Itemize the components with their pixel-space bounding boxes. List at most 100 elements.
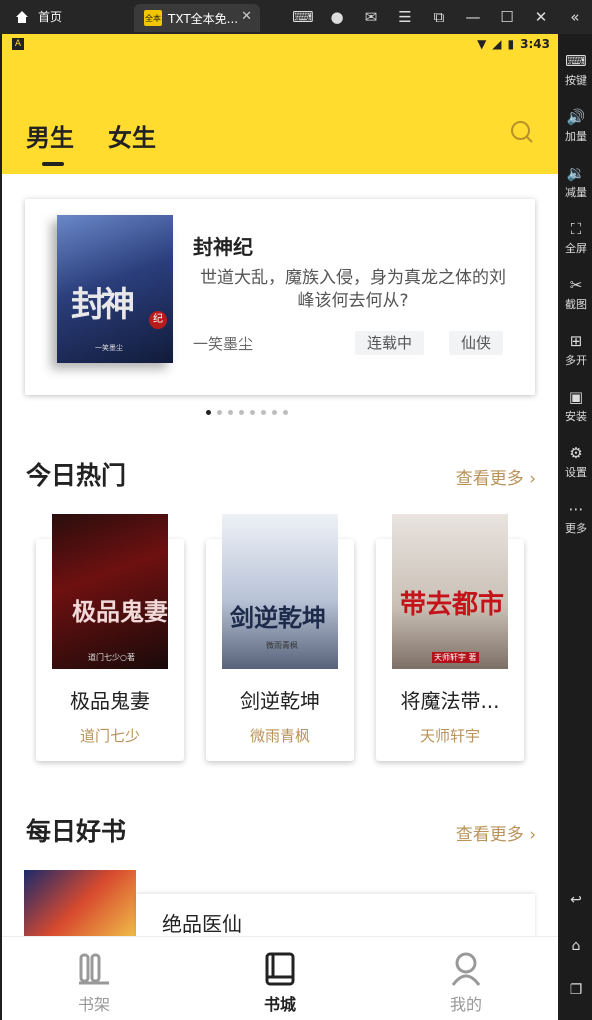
book-cover: 极品鬼妻 道门七少○著	[52, 514, 168, 669]
chevron-right-icon: ›	[529, 469, 536, 489]
scissors-icon: ✂	[569, 276, 583, 294]
bookshelf-icon	[79, 953, 109, 985]
account-icon[interactable]: ●	[320, 8, 354, 26]
recents-nav-button[interactable]: ❐	[560, 982, 592, 998]
book-title: 剑逆乾坤	[240, 689, 320, 713]
multi-window-icon: ⊞	[569, 332, 583, 350]
daily-section-title: 每日好书	[26, 817, 127, 846]
app-icon: 全本	[144, 10, 162, 26]
mail-icon[interactable]: ✉	[354, 8, 388, 26]
home-nav-button[interactable]: ⌂	[560, 938, 592, 954]
cover-title: 带去都市	[400, 590, 505, 620]
nav-bookstore-label: 书城	[263, 995, 296, 1014]
book-icon	[265, 952, 295, 986]
gamepad-icon[interactable]: ⌨	[286, 8, 320, 26]
nav-profile[interactable]: 我的	[426, 951, 506, 1015]
book-cover: 剑逆乾坤 微雨青枫	[222, 514, 338, 669]
daily-book-cover[interactable]	[24, 870, 136, 940]
book-card[interactable]: 极品鬼妻 道门七少○著 极品鬼妻 道门七少	[36, 514, 184, 761]
emulator-side-panel: ⌨ 按键 🔊 加量 🔉 减量 ⛶ 全屏 ✂ 截图 ⊞ 多开 ▣ 安装 ⚙ 设置 ⋯ 更多 ↩ ⌂ …	[560, 34, 592, 1020]
cover-title: 极品鬼妻	[72, 597, 168, 626]
battery-icon: ▮	[507, 37, 515, 51]
multi-instance-button[interactable]: ⊞ 多开	[560, 332, 592, 368]
volume-down-button[interactable]: 🔉 减量	[560, 164, 592, 200]
pagination-dot[interactable]	[250, 410, 255, 415]
pagination-dot[interactable]	[228, 410, 233, 415]
banner-description: 世道大乱，魔族入侵，身为真龙之体的刘峰该何去何从?	[200, 268, 506, 311]
pagination-dot[interactable]	[272, 410, 277, 415]
book-author: 微雨青枫	[249, 727, 310, 745]
keymap-button[interactable]: ⌨ 按键	[560, 52, 592, 88]
book-card[interactable]: 带去都市 天师轩宇 著 将魔法带... 天师轩宇	[376, 514, 524, 761]
close-tab-icon[interactable]: ✕	[241, 9, 252, 24]
maximize-icon[interactable]: ☐	[490, 8, 524, 26]
fullscreen-button[interactable]: ⛶ 全屏	[560, 220, 592, 256]
screenshot-button[interactable]: ✂ 截图	[560, 276, 592, 312]
pagination-dot[interactable]	[217, 410, 222, 415]
home-tab-label: 首页	[38, 10, 63, 24]
book-card[interactable]: 剑逆乾坤 微雨青枫 剑逆乾坤 微雨青枫	[206, 514, 354, 761]
nav-profile-label: 我的	[449, 995, 482, 1014]
emulator-titlebar: 首页 全本 TXT全本免... ✕ ⌨ ● ✉ ☰ ⧉ — ☐ ✕ «	[0, 0, 592, 34]
pagination-dot[interactable]	[283, 410, 288, 415]
app-tab[interactable]: 全本 TXT全本免... ✕	[134, 4, 260, 32]
status-bar: A ▼ ◢ ▮ 3:43	[2, 34, 558, 56]
tab-female[interactable]: 女生	[108, 118, 156, 153]
nav-bookshelf-label: 书架	[77, 995, 110, 1014]
fullscreen-icon: ⛶	[570, 220, 582, 238]
status-time: 3:43	[520, 37, 550, 51]
menu-icon[interactable]: ☰	[388, 8, 422, 26]
recents-icon: ❐	[569, 982, 583, 998]
collapse-panel-icon[interactable]: «	[558, 8, 592, 26]
book-title: 将魔法带...	[400, 689, 500, 713]
book-title: 极品鬼妻	[70, 689, 150, 713]
book-cover: 带去都市 天师轩宇 著	[392, 514, 508, 669]
nav-bookstore[interactable]: 书城	[240, 951, 320, 1015]
popout-icon[interactable]: ⧉	[422, 8, 456, 26]
pagination-dot[interactable]	[261, 410, 266, 415]
pagination-dot[interactable]	[206, 410, 211, 415]
app-tab-label: TXT全本免...	[168, 11, 239, 26]
cover-author: 天师轩宇 著	[432, 652, 479, 663]
bottom-nav: 书架 书城 我的	[2, 936, 558, 1020]
hot-section-title: 今日热门	[26, 461, 127, 490]
home-tab[interactable]: 首页	[14, 8, 62, 25]
banner-cover-title: 封神	[71, 285, 135, 325]
banner-cover-author: 一笑墨尘	[95, 344, 123, 352]
phone-screen: A ▼ ◢ ▮ 3:43 男生 女生 封神 纪 一笑墨尘 封神纪 世道大乱，魔族…	[2, 34, 558, 1020]
book-author: 天师轩宇	[419, 727, 480, 745]
minimize-icon[interactable]: —	[456, 8, 490, 26]
featured-banner[interactable]: 封神 纪 一笑墨尘 封神纪 世道大乱，魔族入侵，身为真龙之体的刘峰该何去何从? …	[25, 199, 535, 395]
settings-button[interactable]: ⚙ 设置	[560, 444, 592, 480]
hot-more-link[interactable]: 查看更多 ›	[456, 464, 536, 489]
apk-icon: ▣	[568, 388, 584, 406]
daily-book-card[interactable]: 绝品医仙	[136, 894, 535, 940]
gear-icon: ⚙	[569, 444, 583, 462]
header: 男生 女生	[2, 56, 558, 174]
status-tag: 连载中	[355, 331, 425, 355]
back-nav-button[interactable]: ↩	[560, 892, 592, 908]
banner-book-cover: 封神 纪 一笑墨尘	[57, 215, 173, 363]
banner-cover-seal: 纪	[149, 311, 167, 329]
volume-up-icon: 🔊	[566, 108, 586, 126]
nav-bookshelf[interactable]: 书架	[54, 951, 134, 1015]
search-icon[interactable]	[510, 120, 534, 144]
chevron-right-icon: ›	[529, 825, 536, 845]
daily-more-link[interactable]: 查看更多 ›	[456, 820, 536, 845]
back-icon: ↩	[570, 892, 582, 908]
home-icon	[16, 10, 28, 23]
notification-icon: A	[12, 38, 24, 50]
wifi-icon: ▼	[477, 37, 487, 51]
volume-up-button[interactable]: 🔊 加量	[560, 108, 592, 144]
daily-book-title: 绝品医仙	[162, 912, 242, 936]
book-author: 道门七少	[79, 727, 140, 745]
cover-author: 道门七少○著	[88, 653, 135, 662]
keyboard-icon: ⌨	[565, 52, 587, 70]
tab-male[interactable]: 男生	[26, 118, 74, 166]
more-icon: ⋯	[568, 500, 584, 518]
cover-author: 微雨青枫	[266, 641, 298, 650]
more-button[interactable]: ⋯ 更多	[560, 500, 592, 536]
install-apk-button[interactable]: ▣ 安装	[560, 388, 592, 424]
pagination-dot[interactable]	[239, 410, 244, 415]
close-icon[interactable]: ✕	[524, 8, 558, 26]
